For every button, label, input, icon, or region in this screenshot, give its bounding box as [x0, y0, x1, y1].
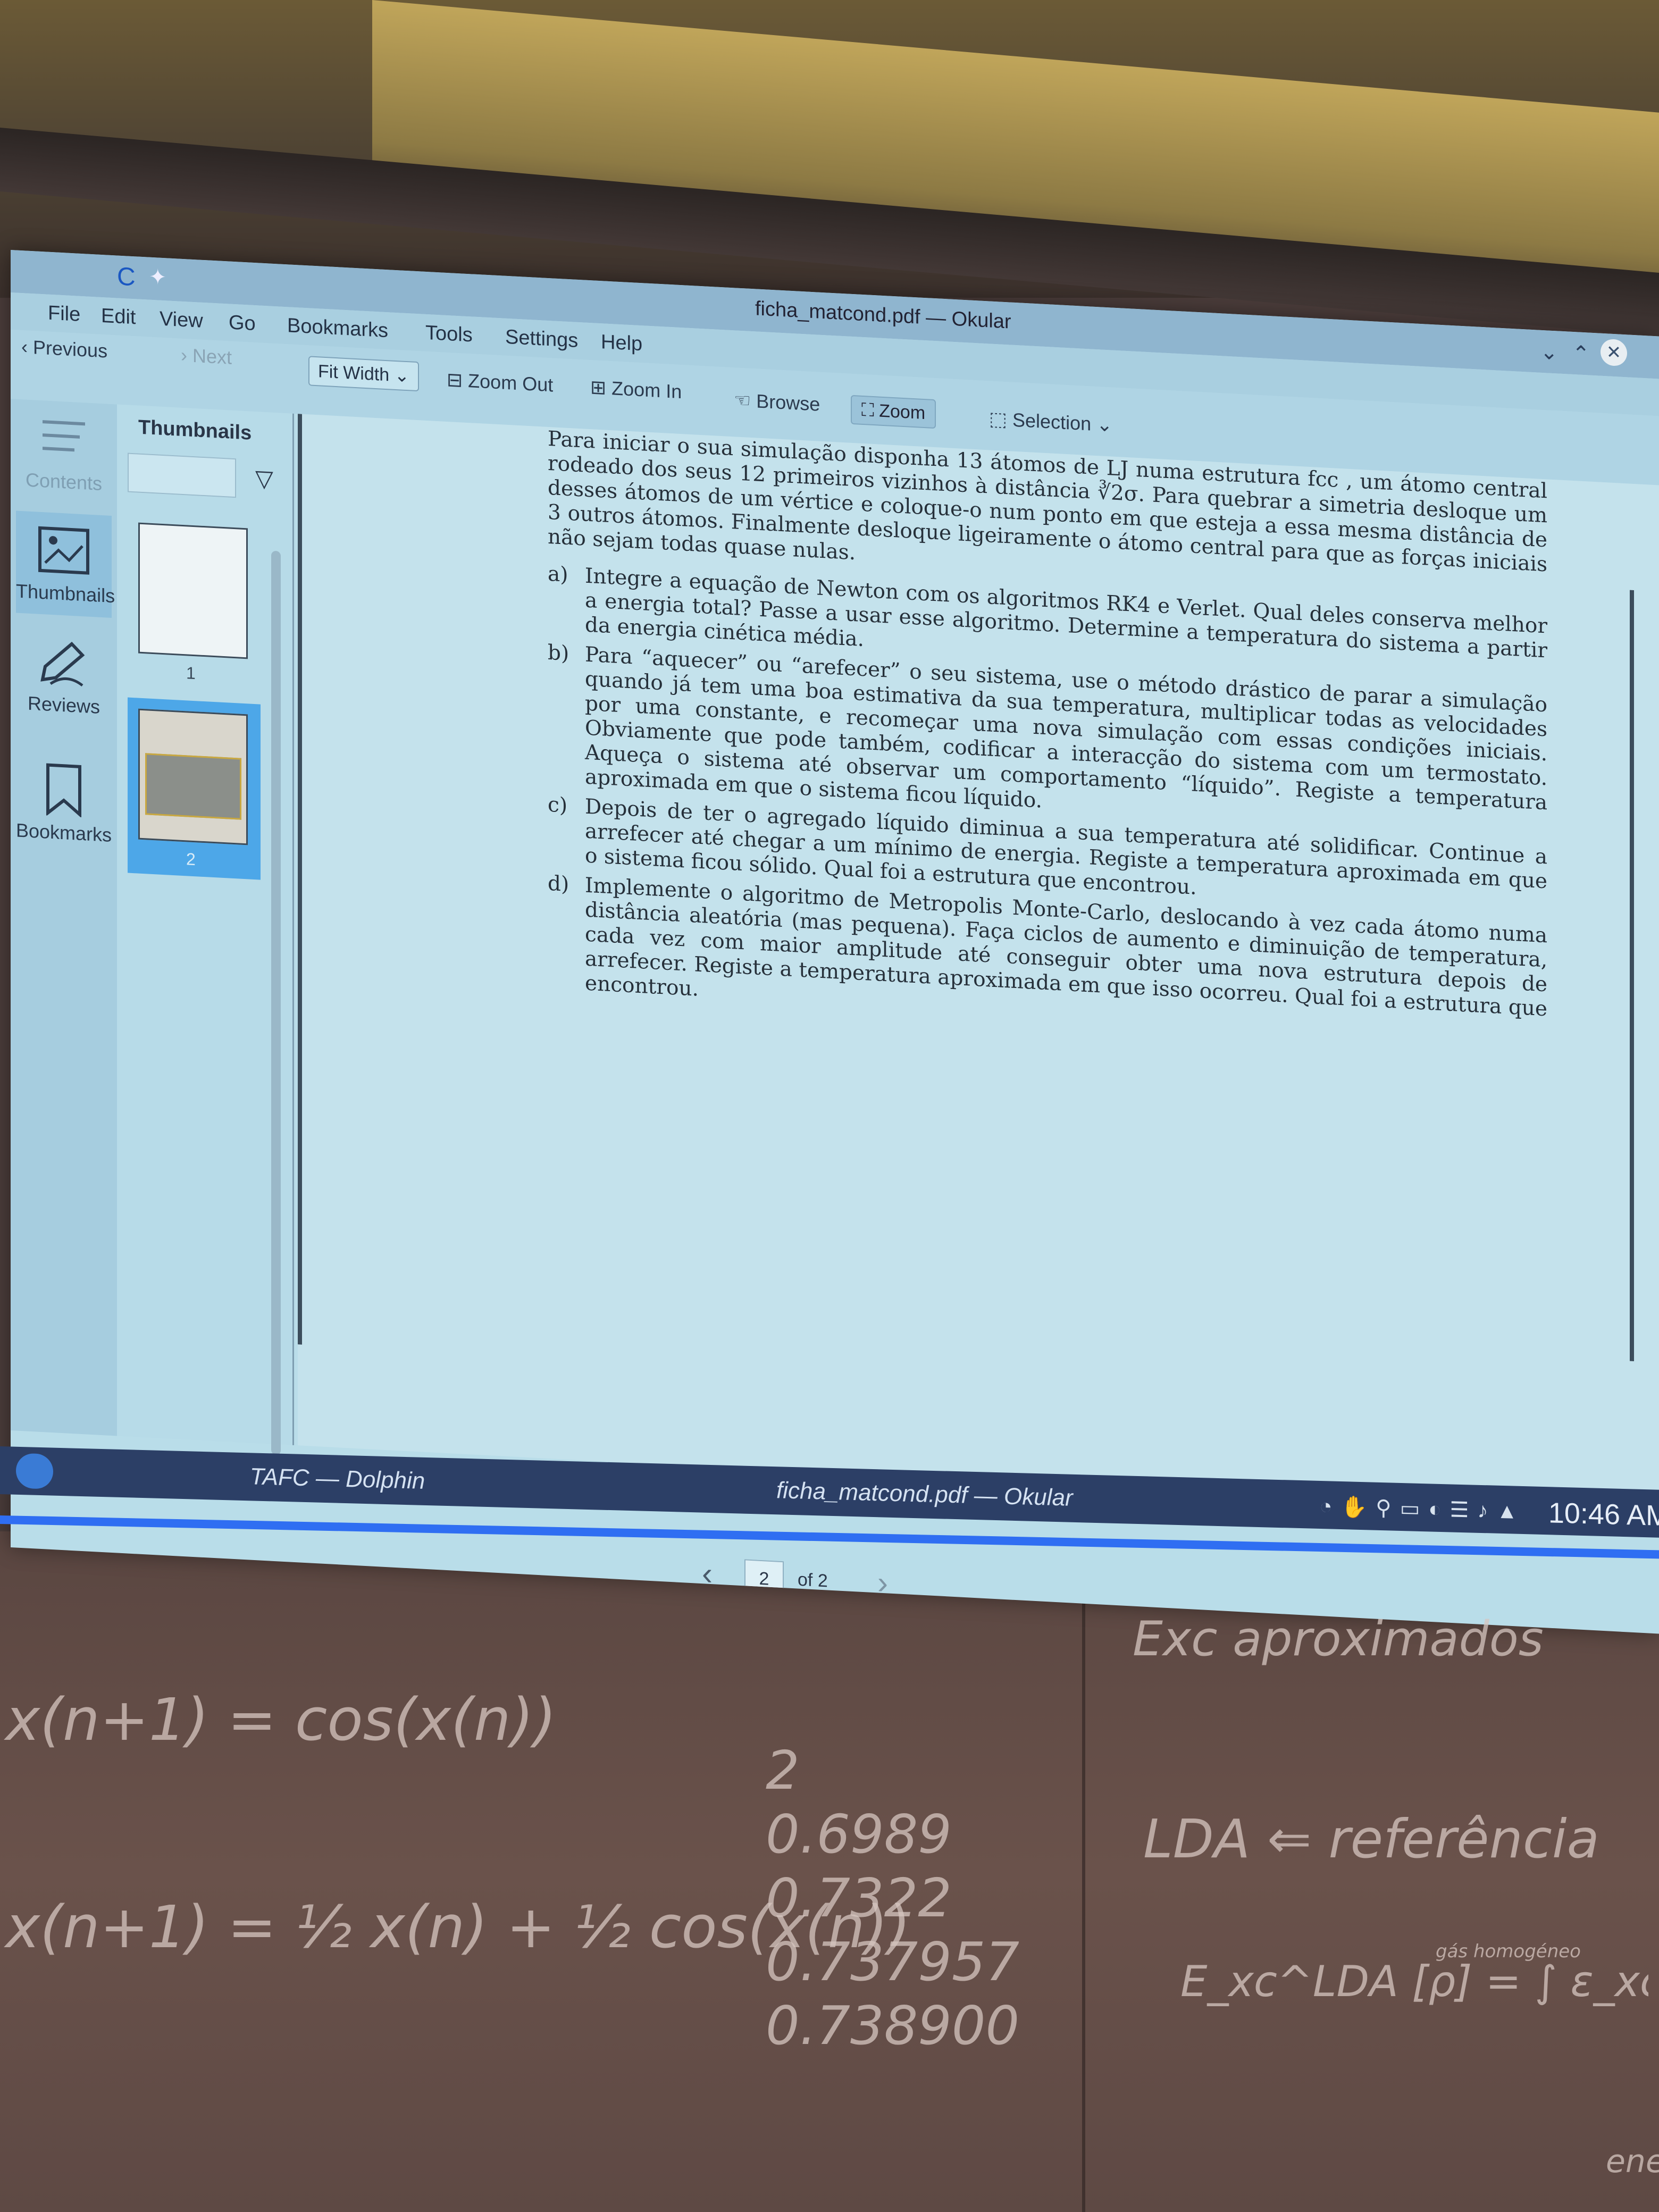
document-view[interactable]: Para iniciar o sua simulação disponha 13…	[298, 414, 1659, 1517]
sidebar: Contents Thumbnails Reviews Bookmarks	[11, 399, 117, 1436]
system-tray-icons[interactable]: ◔✋⚲▭◐☰♪▲	[1319, 1494, 1526, 1524]
chevron-down-icon: ⌄	[394, 365, 410, 387]
sidebar-item-reviews[interactable]: Reviews	[16, 633, 112, 719]
selection-icon: ⬚	[989, 407, 1013, 431]
app-launcher-icon[interactable]	[16, 1453, 53, 1489]
page-count-label: of 2	[798, 1569, 828, 1591]
chevron-left-icon: ‹	[21, 336, 33, 358]
thumbnails-panel-title: Thumbnails	[138, 416, 252, 445]
zoom-in-icon: ⊞	[590, 376, 612, 399]
menu-tools[interactable]: Tools	[425, 322, 473, 347]
board-exc-lda: E_xc^LDA [ρ] = ∫ ε_xc(ρ(r)) ρ(r)	[1180, 1957, 1648, 2006]
thumbnail-page-2[interactable]	[138, 708, 248, 845]
previous-button[interactable]: ‹ Previous	[21, 336, 107, 362]
menu-settings[interactable]: Settings	[505, 326, 578, 353]
selection-tool-button[interactable]: ⬚ Selection ⌄	[989, 407, 1112, 436]
menu-bookmarks[interactable]: Bookmarks	[287, 314, 388, 342]
menu-file[interactable]: File	[48, 302, 80, 326]
sidebar-item-thumbnails[interactable]: Thumbnails	[16, 510, 115, 618]
maximize-icon[interactable]: ⌃	[1572, 341, 1590, 367]
zoom-out-button[interactable]: ⊟ Zoom Out	[447, 368, 553, 396]
menu-go[interactable]: Go	[229, 311, 256, 336]
browse-tool-button[interactable]: ☜ Browse	[734, 389, 820, 416]
next-button[interactable]: › Next	[181, 344, 232, 369]
zoom-tool-button[interactable]: ⛶ Zoom	[851, 395, 936, 429]
board-note-homogeneo: gás homogéneo	[1436, 1941, 1581, 1962]
board-values: 2 0.6989 0.7322 0.737957 0.738900	[766, 1739, 1020, 2057]
zoom-out-icon: ⊟	[447, 368, 468, 392]
clock[interactable]: 10:46 AM	[1548, 1496, 1659, 1532]
taskbar-item-okular[interactable]: ficha_matcond.pdf — Okular	[776, 1477, 1073, 1512]
thumbnail-page-number: 2	[186, 849, 196, 869]
board-equation-1: x(n+1) = cos(x(n))	[5, 1686, 557, 1754]
thumbnail-highlight-region	[145, 753, 241, 820]
page-left-edge	[298, 414, 302, 1345]
menu-view[interactable]: View	[160, 308, 203, 333]
pen-icon	[40, 641, 85, 687]
doc-item-label: d)	[548, 871, 569, 897]
okular-app-icon[interactable]: C	[117, 262, 136, 292]
doc-item-label: b)	[548, 640, 569, 666]
menu-help[interactable]: Help	[601, 331, 642, 356]
projected-screen: C ✦ ficha_matcond.pdf — Okular ⌄ ⌃ ✕ Fil…	[11, 250, 1659, 1634]
sidebar-item-contents[interactable]: Contents	[16, 410, 112, 496]
menu-edit[interactable]: Edit	[101, 305, 136, 329]
taskbar-item-dolphin[interactable]: TAFC — Dolphin	[250, 1463, 425, 1495]
window-title: ficha_matcond.pdf — Okular	[755, 297, 1011, 333]
sidebar-item-bookmarks[interactable]: Bookmarks	[16, 761, 112, 847]
board-lda: LDA ⇐ referência	[1143, 1808, 1599, 1870]
doc-item-label: a)	[548, 562, 568, 587]
pin-icon[interactable]: ✦	[149, 265, 167, 290]
document-scrollbar[interactable]	[1630, 590, 1634, 1362]
thumbnail-page-number: 1	[186, 663, 196, 683]
image-icon	[38, 526, 89, 575]
thumbnail-page-1[interactable]	[138, 522, 248, 659]
zoom-mode-select[interactable]: Fit Width ⌄	[308, 356, 420, 392]
doc-item-label: c)	[548, 792, 568, 818]
chevron-right-icon: ›	[181, 343, 192, 366]
thumbnails-panel: Thumbnails ▽ 1 2	[117, 404, 294, 1455]
close-icon[interactable]: ✕	[1601, 338, 1627, 367]
filter-icon[interactable]: ▽	[255, 465, 273, 493]
contents-icon	[43, 420, 85, 452]
hand-icon: ☜	[734, 389, 757, 412]
zoom-in-button[interactable]: ⊞ Zoom In	[590, 376, 682, 403]
board-exc: Exc aproximados	[1133, 1611, 1544, 1667]
thumbnails-scrollbar[interactable]	[271, 550, 281, 1455]
bookmark-icon	[46, 763, 81, 818]
minimize-icon[interactable]: ⌄	[1540, 340, 1558, 365]
document-page-text: Para iniciar o sua simulação disponha 13…	[548, 427, 1547, 1046]
chevron-down-icon: ⌄	[1096, 413, 1113, 436]
board-note-ene: ene	[1606, 2143, 1659, 2180]
zoom-rect-icon: ⛶	[861, 399, 879, 421]
thumbnail-search-input[interactable]	[128, 453, 236, 498]
whiteboard-divider	[1082, 1542, 1085, 2212]
